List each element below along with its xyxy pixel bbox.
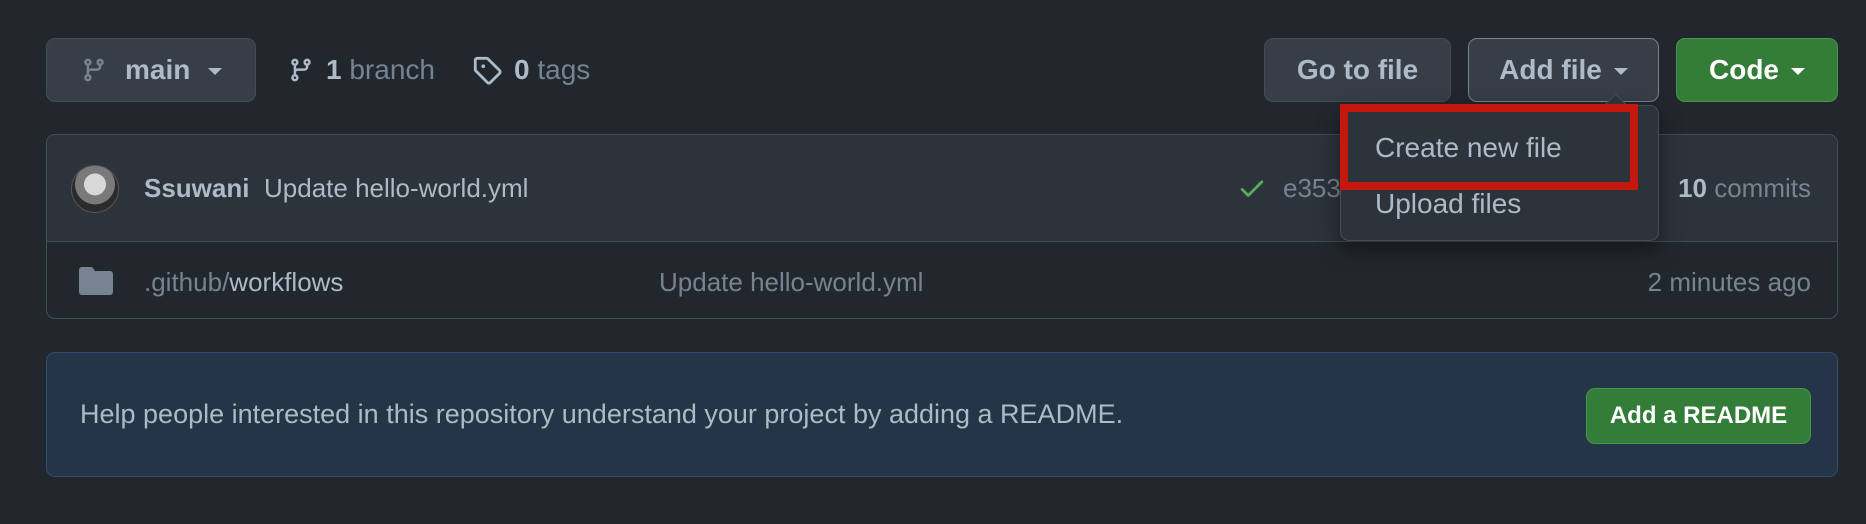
chevron-down-icon	[1791, 68, 1805, 75]
file-commit-message-link[interactable]: Update hello-world.yml	[659, 267, 923, 298]
branch-name: main	[125, 54, 191, 85]
branch-count: 1	[326, 54, 342, 85]
tag-count-label: tags	[537, 54, 591, 85]
readme-banner-text: Help people interested in this repositor…	[80, 399, 1124, 429]
branch-select-button[interactable]: main	[46, 38, 256, 102]
folder-icon	[79, 267, 113, 295]
go-to-file-button[interactable]: Go to file	[1264, 38, 1451, 102]
check-icon[interactable]	[1237, 173, 1267, 203]
add-file-label: Add file	[1499, 54, 1602, 85]
commit-sha-link[interactable]: e353	[1283, 173, 1341, 204]
file-name-link[interactable]: .github/workflows	[144, 267, 343, 298]
commit-author-link[interactable]: Ssuwani	[144, 173, 249, 204]
code-button[interactable]: Code	[1676, 38, 1838, 102]
branch-count-label: branch	[349, 54, 435, 85]
avatar[interactable]	[71, 165, 119, 213]
create-new-file-menu-item[interactable]: Create new file	[1375, 132, 1562, 164]
upload-files-menu-item[interactable]: Upload files	[1375, 188, 1521, 220]
chevron-down-icon	[1613, 68, 1628, 75]
code-label: Code	[1709, 54, 1779, 85]
tags-link[interactable]: 0 tags	[472, 38, 590, 102]
commits-label: commits	[1714, 173, 1811, 203]
tag-count: 0	[514, 54, 530, 85]
commit-message-link[interactable]: Update hello-world.yml	[264, 173, 528, 204]
add-file-menu: Create new file Upload files	[1340, 105, 1659, 241]
commits-history-link[interactable]: 10 commits	[1678, 173, 1811, 204]
commits-count: 10	[1678, 173, 1707, 203]
tag-icon	[472, 55, 502, 85]
add-readme-button[interactable]: Add a README	[1586, 388, 1811, 444]
file-path-prefix: .github/	[144, 267, 230, 297]
chevron-down-icon	[208, 68, 223, 75]
git-branch-icon	[288, 55, 314, 85]
file-path-leaf: workflows	[229, 267, 344, 297]
file-age: 2 minutes ago	[1647, 267, 1811, 297]
git-branch-icon	[81, 55, 107, 85]
list-item: .github/workflows Update hello-world.yml…	[47, 243, 1837, 319]
readme-banner: Help people interested in this repositor…	[46, 352, 1838, 477]
repo-file-navigation: main 1 branch 0 tags Go to file Add file…	[0, 0, 1866, 524]
branches-link[interactable]: 1 branch	[288, 38, 435, 102]
add-file-button[interactable]: Add file	[1468, 38, 1659, 102]
